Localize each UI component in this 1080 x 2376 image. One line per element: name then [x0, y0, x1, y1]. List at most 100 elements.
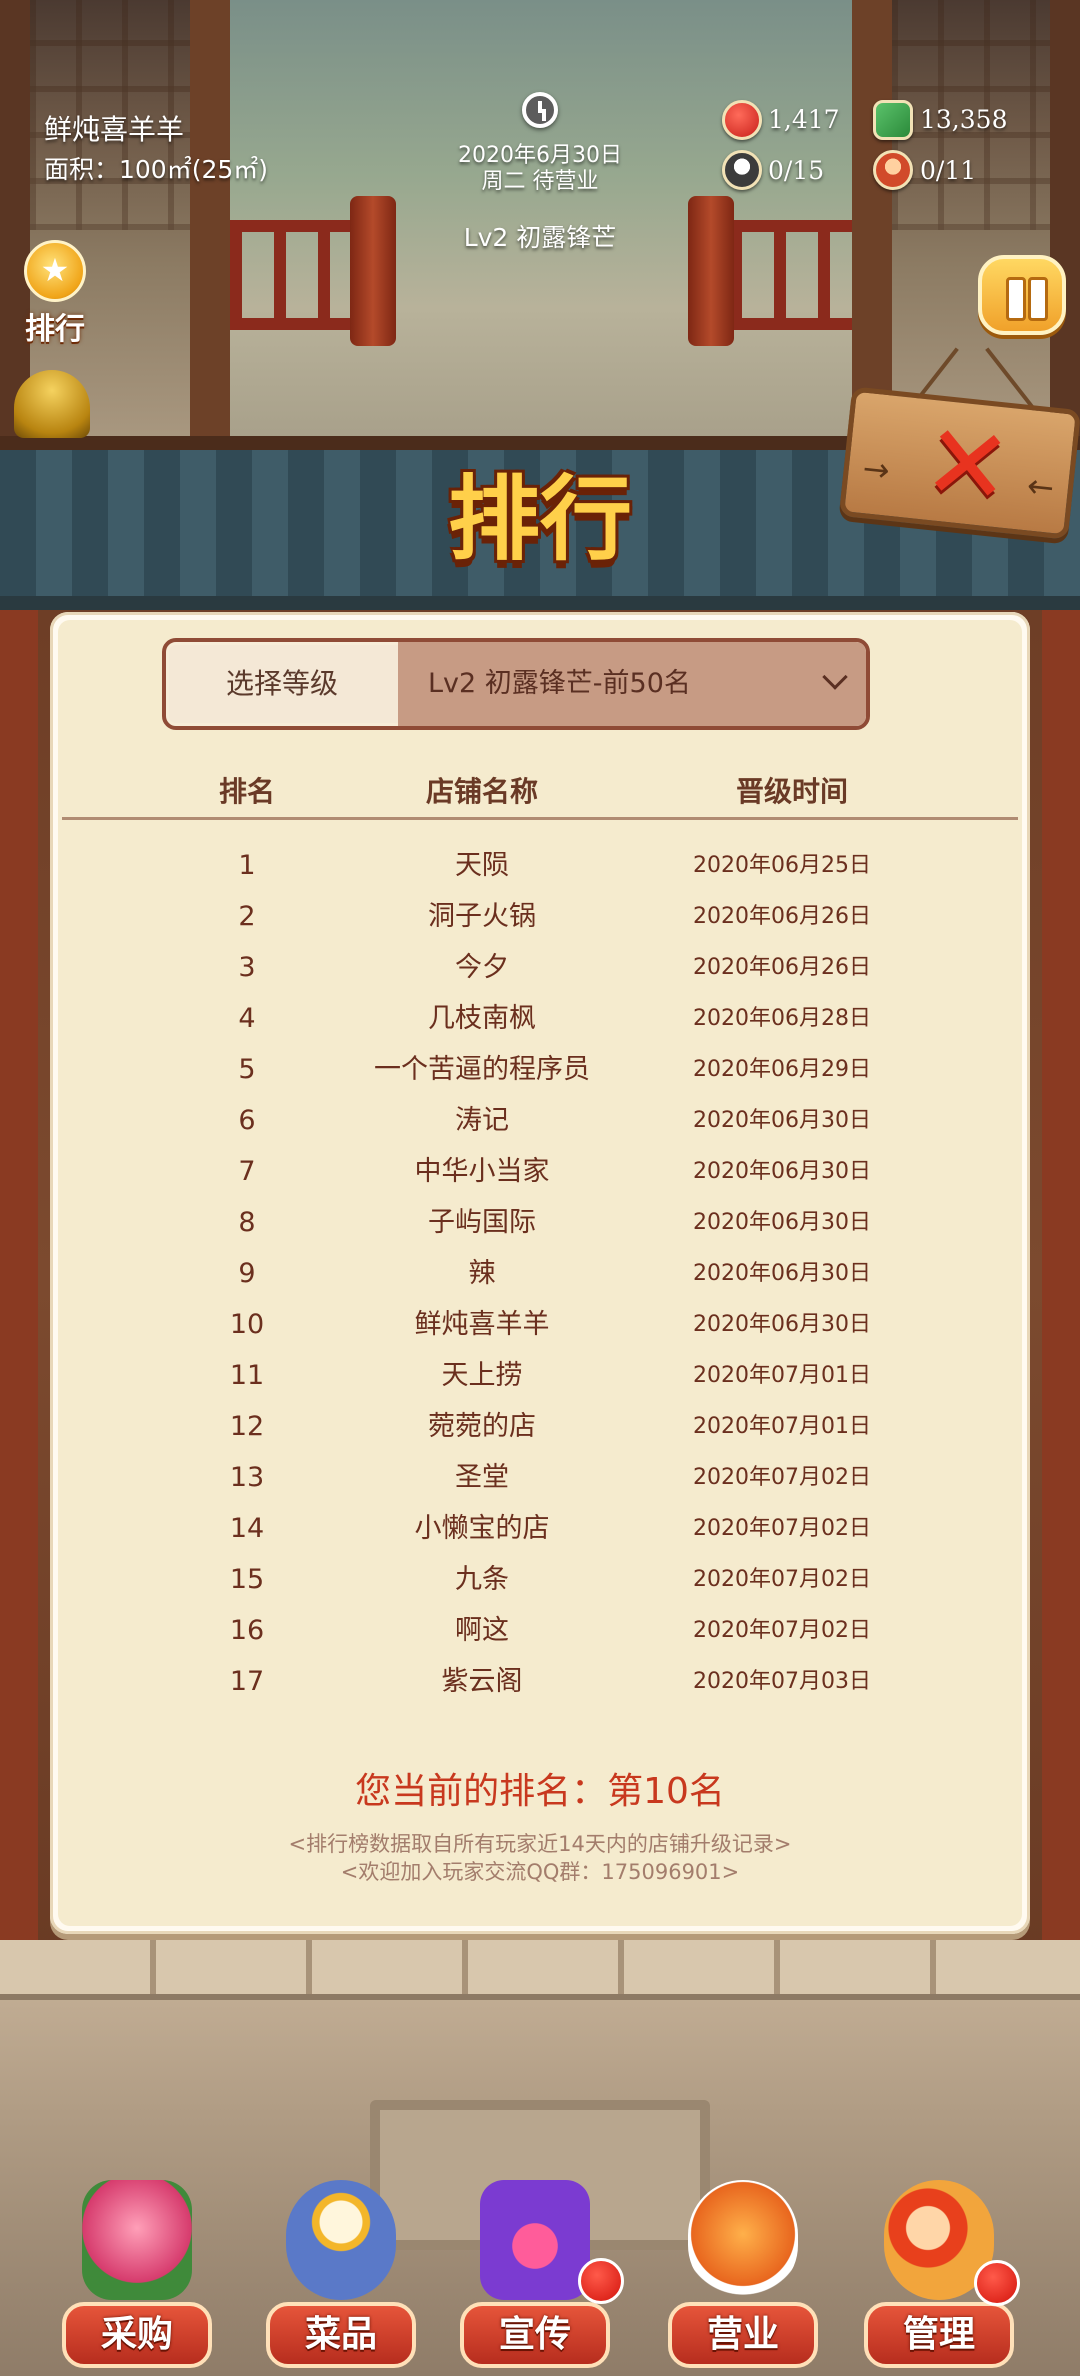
level-dropdown-label: 选择等级 — [225, 667, 338, 700]
railing-right — [730, 220, 852, 330]
rank-cell: 13 — [229, 1462, 265, 1493]
rank-cell: 15 — [229, 1564, 265, 1595]
shop-name-cell: 菀菀的店 — [428, 1411, 536, 1442]
my-rank: 您当前的排名：第10名 — [355, 1771, 725, 1812]
table-header: 排名 店铺名称 晋级时间 — [62, 760, 1018, 820]
hearts-count: 1,417 — [768, 105, 840, 134]
pause-button[interactable] — [978, 255, 1066, 335]
promotion-date-cell: 2020年06月28日 — [693, 1006, 871, 1031]
column-header-shop: 店铺名称 — [425, 775, 538, 808]
cash-count: 13,358 — [920, 105, 1008, 134]
alarm-clock-icon — [522, 92, 558, 128]
nav-label: 营业 — [668, 2302, 818, 2368]
shop-name-cell: 中华小当家 — [414, 1156, 550, 1187]
nav-label: 采购 — [62, 2302, 212, 2368]
level-dropdown[interactable]: 选择等级 Lv2 初露锋芒-前50名 — [162, 638, 870, 730]
rank-cell: 9 — [238, 1258, 256, 1289]
shop-name-cell: 紫云阁 — [441, 1666, 523, 1697]
shop-name: 鲜炖喜羊羊 — [44, 113, 185, 146]
table-row: 16 啊这 2020年07月02日 — [62, 1605, 1018, 1656]
promotion-date-cell: 2020年06月25日 — [693, 853, 871, 878]
pillar — [688, 196, 734, 346]
rank-cell: 2 — [238, 901, 256, 932]
ranking-button[interactable]: 排行 — [14, 240, 96, 347]
ranking-list[interactable]: 1 天陨 2020年06月25日 2 洞子火锅 2020年06月26日 3 今夕 2020年06… — [62, 840, 1018, 1738]
shop-name-cell: 几枝南枫 — [428, 1003, 536, 1034]
waiter-icon — [873, 150, 913, 190]
table-row: 13 圣堂 2020年07月02日 — [62, 1452, 1018, 1503]
nav-dishes[interactable]: 菜品 — [266, 2180, 416, 2376]
notification-dot — [974, 2260, 1020, 2306]
shop-name-cell: 啊这 — [455, 1615, 509, 1646]
promotion-date-cell: 2020年06月26日 — [693, 955, 871, 980]
rank-cell: 1 — [238, 850, 256, 881]
rank-cell: 17 — [229, 1666, 265, 1697]
promotion-date-cell: 2020年06月30日 — [693, 1261, 871, 1286]
shop-name-cell: 辣 — [468, 1258, 496, 1289]
promotion-date-cell: 2020年07月01日 — [693, 1414, 871, 1439]
shop-name-cell: 圣堂 — [455, 1462, 509, 1493]
table-row: 15 九条 2020年07月02日 — [62, 1554, 1018, 1605]
table-row: 11 天上捞 2020年07月01日 — [62, 1350, 1018, 1401]
column-header-time: 晋级时间 — [735, 775, 848, 808]
shop-name-cell: 九条 — [455, 1564, 509, 1595]
shop-name-cell: 洞子火锅 — [428, 901, 536, 932]
table-row: 2 洞子火锅 2020年06月26日 — [62, 891, 1018, 942]
golden-pot-icon[interactable] — [14, 370, 90, 438]
arrow-right-icon: → — [860, 448, 892, 490]
close-icon: ✕ — [917, 399, 1018, 531]
dish-bowl-icon — [286, 2180, 396, 2300]
level-dropdown-value[interactable]: Lv2 初露锋芒-前50名 — [398, 642, 866, 726]
rank-cell: 10 — [229, 1309, 265, 1340]
nav-purchase[interactable]: 采购 — [62, 2180, 212, 2376]
qq-group-note: <欢迎加入玩家交流QQ群：175096901> — [340, 1860, 740, 1884]
rank-cell: 16 — [229, 1615, 265, 1646]
promotion-date-cell: 2020年06月30日 — [693, 1159, 871, 1184]
table-row: 5 一个苦逼的程序员 2020年06月29日 — [62, 1044, 1018, 1095]
chef-icon — [722, 150, 762, 190]
table-row: 4 几枝南枫 2020年06月28日 — [62, 993, 1018, 1044]
promotion-date-cell: 2020年07月02日 — [693, 1516, 871, 1541]
rank-cell: 7 — [238, 1156, 256, 1187]
rank-cell: 3 — [238, 952, 256, 983]
serving-cloche-icon — [688, 2180, 798, 2300]
table-row: 9 辣 2020年06月30日 — [62, 1248, 1018, 1299]
promotion-date-cell: 2020年07月02日 — [693, 1465, 871, 1490]
close-button[interactable]: → ✕ ← — [838, 386, 1080, 540]
data-source-note: <排行榜数据取自所有玩家近14天内的店铺升级记录> — [288, 1832, 792, 1856]
promotion-date-cell: 2020年07月01日 — [693, 1363, 871, 1388]
column-header-rank: 排名 — [218, 775, 275, 808]
notification-dot — [578, 2258, 624, 2304]
rank-cell: 4 — [238, 1003, 256, 1034]
table-row: 14 小懒宝的店 2020年07月02日 — [62, 1503, 1018, 1554]
shop-name-cell: 子屿国际 — [428, 1207, 536, 1238]
chefs-count: 0/15 — [768, 156, 825, 185]
table-row: 1 天陨 2020年06月25日 — [62, 840, 1018, 891]
shop-name-cell: 涛记 — [455, 1105, 509, 1136]
table-row: 6 涛记 2020年06月30日 — [62, 1095, 1018, 1146]
shop-name-cell: 小懒宝的店 — [414, 1513, 550, 1544]
promotion-date-cell: 2020年07月03日 — [693, 1669, 871, 1694]
shop-name-cell: 一个苦逼的程序员 — [374, 1054, 590, 1085]
rank-cell: 5 — [238, 1054, 256, 1085]
shop-name-cell: 天陨 — [455, 850, 509, 881]
nav-business[interactable]: 营业 — [668, 2180, 818, 2376]
shop-area: 面积：100㎡(25㎡) — [44, 155, 269, 184]
table-row: 12 菀菀的店 2020年07月01日 — [62, 1401, 1018, 1452]
shop-level: Lv2 初露锋芒 — [463, 223, 617, 252]
table-row: 10 鲜炖喜羊羊 2020年06月30日 — [62, 1299, 1018, 1350]
shop-stall-icon — [82, 2180, 192, 2300]
ranking-button-label: 排行 — [25, 312, 85, 347]
shop-name-cell: 今夕 — [455, 952, 509, 983]
nav-label: 宣传 — [460, 2302, 610, 2368]
table-row: 17 紫云阁 2020年07月03日 — [62, 1656, 1018, 1707]
promotion-date-cell: 2020年07月02日 — [693, 1618, 871, 1643]
promotion-date-cell: 2020年07月02日 — [693, 1567, 871, 1592]
rank-cell: 14 — [229, 1513, 265, 1544]
promotion-date-cell: 2020年06月29日 — [693, 1057, 871, 1082]
rank-cell: 12 — [229, 1411, 265, 1442]
promotion-date-cell: 2020年06月30日 — [693, 1312, 871, 1337]
page-title: 排行 — [447, 466, 632, 573]
railing-left — [230, 220, 370, 330]
promotion-date-cell: 2020年06月30日 — [693, 1108, 871, 1133]
